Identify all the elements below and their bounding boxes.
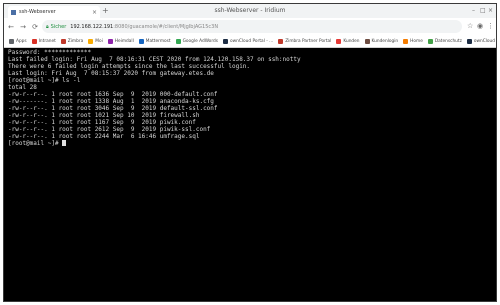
bookmark-icon <box>107 39 113 44</box>
terminal-line: -rw-r--r--. 1 root root 1636 Sep 9 2019 … <box>8 91 218 98</box>
bookmark-item[interactable]: Datenschutz <box>427 39 462 44</box>
security-label: Sicher <box>50 23 67 30</box>
bookmark-icon <box>466 39 472 44</box>
reload-icon[interactable]: ⟳ <box>30 23 40 31</box>
terminal-line: There were 6 failed login attempts since… <box>8 63 251 70</box>
address-bar[interactable]: 🔒︎ Sicher 192.168.122.191:8080/guacamole… <box>42 20 462 33</box>
bookmark-item[interactable]: Apps <box>9 39 27 44</box>
extension-icon[interactable]: ◉ <box>477 22 483 30</box>
close-window-button[interactable]: × <box>488 7 493 14</box>
terminal-line: Password: ************* <box>8 49 92 56</box>
bookmark-label: Home <box>410 39 423 44</box>
bookmark-item[interactable]: Kundenlogin <box>364 39 399 44</box>
bookmark-icon <box>31 39 37 44</box>
terminal-line: Last failed login: Fri Aug 7 08:16:31 CE… <box>8 56 301 63</box>
minimize-button[interactable]: – <box>472 7 475 14</box>
bookmark-icon <box>88 39 94 44</box>
bookmark-item[interactable]: Heimdall <box>107 39 134 44</box>
bookmark-icon <box>222 39 228 44</box>
bookmark-item[interactable]: Google AdWords <box>175 39 218 44</box>
bookmark-item[interactable]: Intranet <box>31 39 56 44</box>
url-host: 192.168.122.191 <box>70 23 114 30</box>
bookmark-icon <box>60 39 66 44</box>
bookmark-label: Heimdall <box>114 39 134 44</box>
forward-icon[interactable]: → <box>18 23 28 31</box>
terminal-line: -rw-r--r--. 1 root root 1021 Sep 10 2019… <box>8 112 200 119</box>
bookmark-item[interactable]: Home <box>403 39 423 44</box>
terminal-line: [root@mail ~]# ls -l <box>8 77 81 84</box>
title-bar: ssh-Webserver × + ssh-Webserver - Iridiu… <box>4 4 496 18</box>
url-path: :8080/guacamole/#/client/MjgIbjAG15c3N <box>113 23 219 30</box>
bookmark-label: Zimbra <box>67 39 84 44</box>
terminal-screen[interactable]: Password: ************* Last failed login… <box>4 48 496 301</box>
window-title: ssh-Webserver - Iridium <box>214 7 286 14</box>
bookmark-label: Zimbra Partner Portal <box>285 39 332 44</box>
bookmark-icon <box>9 39 14 44</box>
bookmark-icon <box>427 39 433 44</box>
bookmark-icon <box>175 39 181 44</box>
bookmark-label: Datenschutz <box>434 39 462 44</box>
bookmark-item[interactable]: Moi <box>88 39 103 44</box>
bookmark-label: Kundenlogin <box>371 39 399 44</box>
menu-icon[interactable]: ⋮ <box>487 22 494 30</box>
bookmark-item[interactable]: Kunden <box>336 39 360 44</box>
bookmark-icon <box>278 39 284 44</box>
bookmark-label: ownCloud <box>473 39 495 44</box>
bookmark-label: Intranet <box>38 39 56 44</box>
bookmark-icon <box>138 39 144 44</box>
browser-window: ssh-Webserver × + ssh-Webserver - Iridiu… <box>3 3 497 302</box>
bookmark-item[interactable]: Zimbra Partner Portal <box>278 39 331 44</box>
terminal-line: -rw-r--r--. 1 root root 2612 Sep 9 2019 … <box>8 126 211 133</box>
bookmark-item[interactable]: ownCloud Portal - ... <box>222 39 274 44</box>
bookmark-label: Kunden <box>343 39 360 44</box>
terminal-cursor <box>62 140 66 146</box>
star-icon[interactable]: ☆ <box>467 22 473 30</box>
bookmarks-bar: Apps Intranet Zimbra Moi Heimdall Mattermost G… <box>4 36 496 48</box>
terminal-line: -rw-r--r--. 1 root root 3046 Sep 9 2019 … <box>8 105 218 112</box>
bookmark-item[interactable]: Zimbra <box>60 39 84 44</box>
bookmark-icon <box>403 39 409 44</box>
maximize-button[interactable]: □ <box>480 7 486 14</box>
terminal-line: -rw-------. 1 root root 1338 Aug 1 2019 … <box>8 98 214 105</box>
bookmark-label: Apps <box>16 39 27 44</box>
lock-icon: 🔒︎ <box>46 23 49 30</box>
terminal-prompt: [root@mail ~]# <box>8 140 63 147</box>
bookmark-label: Mattermost <box>145 39 171 44</box>
bookmark-icon <box>364 39 370 44</box>
terminal-line: -rw-r--r--. 1 root root 1167 Sep 9 2019 … <box>8 119 196 126</box>
terminal-prompt-line: [root@mail ~]# <box>8 140 492 147</box>
bookmark-icon <box>336 39 342 44</box>
terminal-line: total 28 <box>8 84 37 91</box>
back-icon[interactable]: ← <box>6 23 16 31</box>
bookmark-label: Moi <box>95 39 103 44</box>
terminal-line: Last login: Fri Aug 7 08:15:37 2020 from… <box>8 70 214 77</box>
bookmark-label: ownCloud Portal - ... <box>229 39 274 44</box>
terminal-line: -rw-r--r--. 1 root root 2244 Mar 6 16:46… <box>8 133 200 140</box>
bookmark-label: Google AdWords <box>182 39 218 44</box>
bookmark-item[interactable]: Mattermost <box>138 39 171 44</box>
bookmark-item[interactable]: ownCloud <box>466 39 495 44</box>
